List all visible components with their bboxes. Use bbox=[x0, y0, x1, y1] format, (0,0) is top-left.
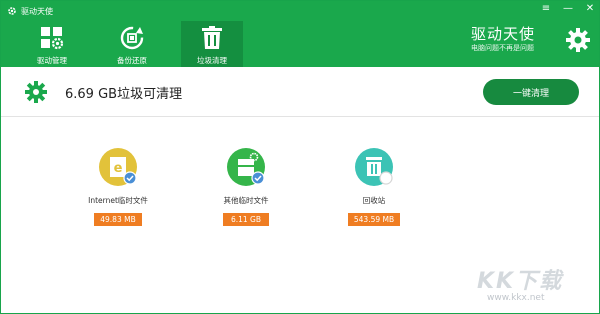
size-badge: 6.11 GB bbox=[223, 213, 269, 226]
item-name: 其他临时文件 bbox=[223, 196, 269, 205]
item-other-temp[interactable]: 其他临时文件 6.11 GB bbox=[201, 147, 291, 226]
internet-files-icon: e bbox=[99, 148, 137, 186]
size-badge: 543.59 MB bbox=[347, 213, 401, 226]
app-logo-icon bbox=[8, 7, 16, 15]
tab-label: 驱动管理 bbox=[37, 56, 67, 65]
svg-text:e: e bbox=[114, 161, 123, 176]
one-click-clean-button[interactable]: 一键清理 bbox=[483, 79, 579, 105]
title-bar: 驱动天使 bbox=[7, 4, 53, 18]
recycle-bin-icon bbox=[355, 148, 393, 186]
minimize-button[interactable]: — bbox=[563, 3, 573, 15]
summary-bar: 6.69 GB垃圾可清理 一键清理 bbox=[1, 67, 599, 117]
brand-name: 驱动天使 bbox=[470, 25, 535, 43]
tab-label: 备份还原 bbox=[117, 56, 147, 65]
size-badge: 49.83 MB bbox=[94, 213, 142, 226]
gear-icon bbox=[566, 28, 590, 52]
tab-backup-restore[interactable]: 备份还原 bbox=[101, 21, 163, 67]
item-name: Internet临时文件 bbox=[88, 196, 148, 205]
tab-driver-manage[interactable]: 驱动管理 bbox=[21, 21, 83, 67]
temp-files-icon bbox=[227, 148, 265, 186]
grid-gear-icon bbox=[41, 27, 64, 50]
gear-icon bbox=[25, 81, 47, 103]
item-name: 回收站 bbox=[362, 196, 386, 205]
trash-icon bbox=[202, 26, 222, 49]
tab-label: 垃圾清理 bbox=[197, 56, 227, 65]
item-internet-temp[interactable]: e Internet临时文件 49.83 MB bbox=[73, 147, 163, 226]
backup-restore-icon bbox=[120, 26, 144, 50]
window-controls: ≡ — ✕ bbox=[541, 3, 595, 15]
window-title: 驱动天使 bbox=[21, 6, 53, 16]
watermark: KK下载 www.kkx.net bbox=[471, 263, 589, 307]
header-bar: 驱动天使 ≡ — ✕ 驱动管理 备份还原 垃圾清理 驱动天使 电脑问题不再是问题 bbox=[1, 1, 599, 67]
item-recycle-bin[interactable]: 回收站 543.59 MB bbox=[329, 147, 419, 226]
brand-block: 驱动天使 电脑问题不再是问题 bbox=[471, 25, 535, 53]
app-window: 驱动天使 ≡ — ✕ 驱动管理 备份还原 垃圾清理 驱动天使 电脑问题不再是问题… bbox=[0, 0, 600, 314]
junk-total-text: 6.69 GB垃圾可清理 bbox=[65, 87, 183, 102]
brand-slogan: 电脑问题不再是问题 bbox=[470, 44, 534, 52]
menu-icon[interactable]: ≡ bbox=[541, 3, 551, 15]
watermark-logo: KK下载 bbox=[477, 269, 564, 294]
tab-junk-clean[interactable]: 垃圾清理 bbox=[181, 21, 243, 67]
watermark-url: www.kkx.net bbox=[487, 293, 545, 303]
close-button[interactable]: ✕ bbox=[585, 3, 595, 15]
